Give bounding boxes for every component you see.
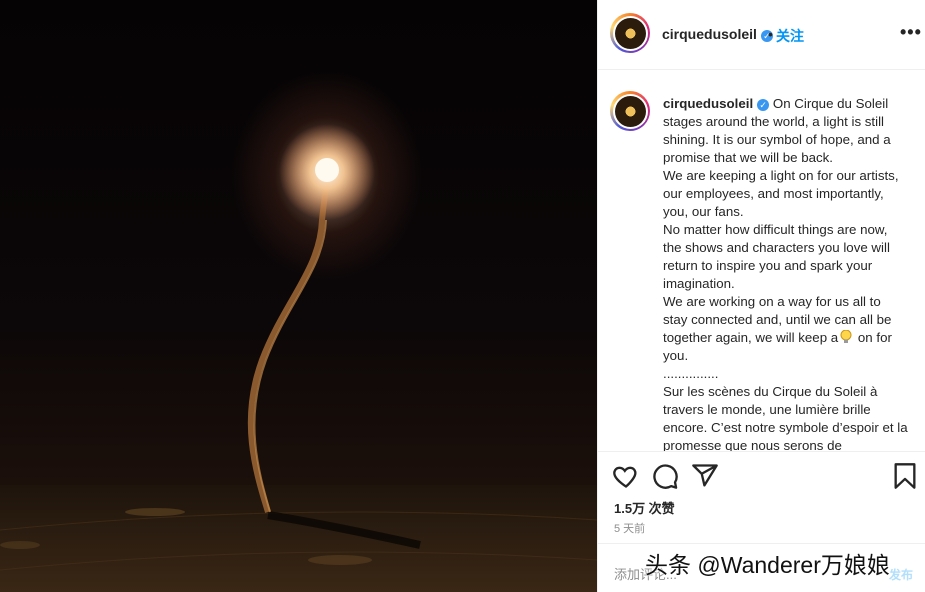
caption-scroll-area[interactable]: cirquedusoleil ✓ On Cirque du Soleil stag… [598, 71, 925, 451]
post-side-panel: cirquedusoleil ✓ • 关注 ••• cirquedusoleil ✓… [597, 0, 925, 592]
caption-line: ............... [663, 366, 719, 381]
heart-icon[interactable] [612, 462, 640, 490]
likes-count[interactable]: 1.5万 次赞 [614, 498, 675, 517]
watermark: 头条 @Wanderer万娘娘 [645, 552, 890, 578]
lamp-stage-illustration [0, 124, 597, 592]
comment-icon[interactable] [651, 462, 679, 490]
post-actions: 1.5万 次赞 5 天前 [598, 451, 925, 543]
avatar[interactable] [610, 13, 650, 53]
post-comment-button[interactable]: 发布 [889, 566, 913, 583]
header-username[interactable]: cirquedusoleil ✓ [662, 26, 773, 42]
post-photo[interactable] [0, 0, 597, 592]
caption-avatar[interactable] [610, 91, 650, 131]
separator: • [768, 26, 773, 42]
follow-button[interactable]: 关注 [776, 26, 804, 46]
caption-username[interactable]: cirquedusoleil [663, 96, 753, 111]
post-header: cirquedusoleil ✓ • 关注 ••• [598, 0, 925, 70]
more-options-icon[interactable]: ••• [900, 22, 922, 43]
sun-logo-icon [614, 95, 646, 127]
bookmark-icon[interactable] [891, 462, 919, 490]
post-timestamp[interactable]: 5 天前 [614, 520, 645, 536]
caption-line: We are keeping a light on for our artist… [663, 168, 899, 219]
caption-line: Sur les scènes du Cirque du Soleil à tra… [663, 384, 908, 451]
lightbulb-icon [840, 329, 852, 344]
share-icon[interactable] [691, 462, 719, 490]
sun-logo-icon [614, 17, 646, 49]
caption-line: No matter how difficult things are now, … [663, 222, 890, 291]
caption-text: cirquedusoleil ✓ On Cirque du Soleil stag… [663, 95, 908, 451]
verified-icon: ✓ [757, 99, 770, 111]
